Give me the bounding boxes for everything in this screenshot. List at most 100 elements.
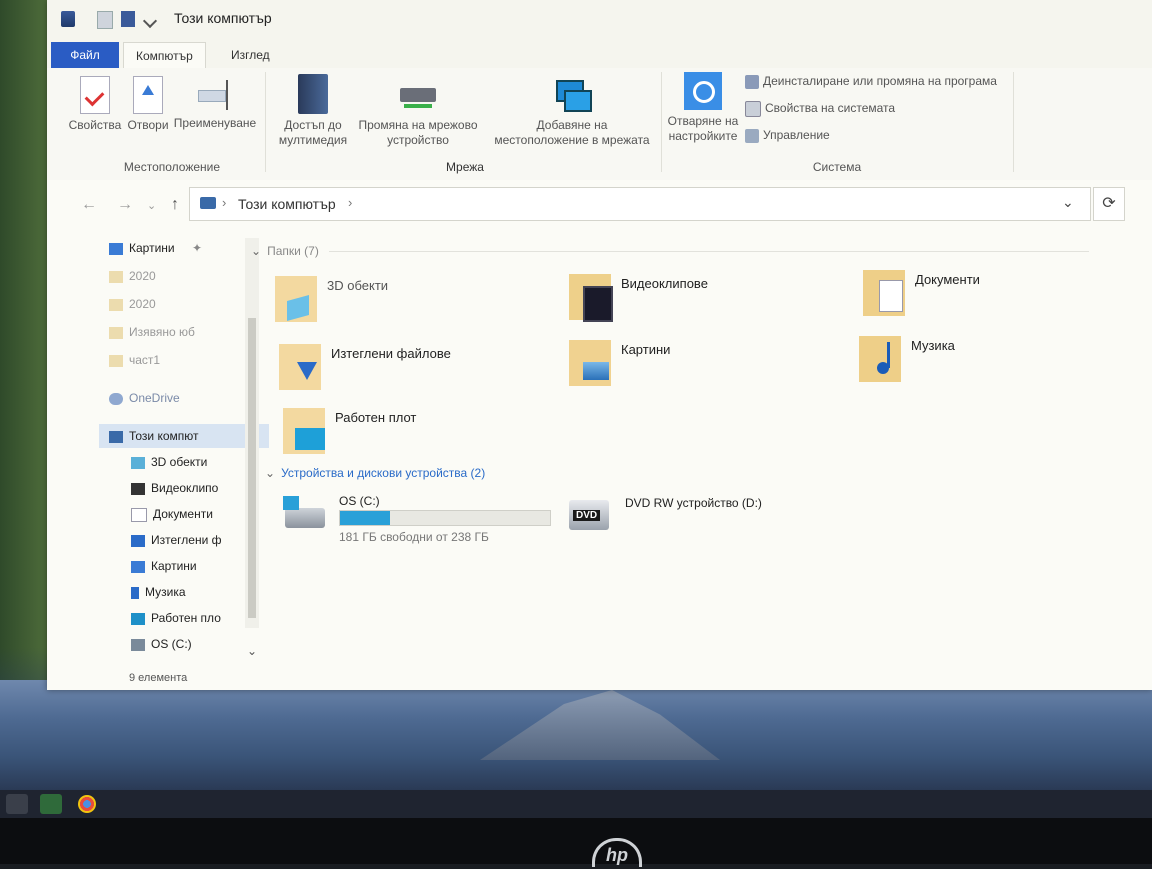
sidebar-item-3d-objects[interactable]: 3D обекти [131, 450, 207, 474]
drive-icon [131, 638, 145, 651]
sidebar-item-2020[interactable]: 2020 [109, 264, 156, 288]
sidebar-item-label: Видеоклипо [151, 481, 219, 495]
open-settings-label-2: настройките [668, 129, 738, 143]
rename-label: Преименуване [173, 116, 257, 130]
computer-icon [61, 11, 75, 27]
rename-icon [198, 76, 232, 112]
pin-icon[interactable]: ✦ [192, 241, 202, 255]
document-icon [131, 507, 147, 522]
taskbar [0, 790, 1152, 818]
breadcrumb-separator: › [222, 195, 227, 210]
start-icon[interactable] [6, 794, 28, 814]
chrome-icon[interactable] [78, 795, 96, 813]
gear-icon [684, 72, 722, 110]
forward-arrow-icon[interactable]: → [117, 196, 133, 214]
media-access-label-1: Достъп до [284, 118, 342, 132]
sidebar-item-label: OS (C:) [151, 637, 192, 651]
properties-label: Свойства [68, 118, 122, 132]
sidebar-item-label: 3D обекти [151, 455, 208, 469]
media-access-label-2: мултимедия [278, 133, 348, 147]
chevron-down-icon: ⌄ [265, 466, 276, 480]
sidebar-item-label: Музика [145, 585, 186, 599]
tab-file[interactable]: Файл [51, 42, 119, 68]
desktop-icon [131, 612, 145, 625]
open-settings-button[interactable]: Отваряне на настройките [665, 72, 741, 144]
taskview-icon[interactable] [40, 794, 62, 814]
cube-folder-icon [275, 276, 317, 322]
scroll-down-icon[interactable]: ⌄ [247, 644, 257, 658]
sidebar-item-label: 2020 [129, 297, 156, 311]
map-drive-label-2: устройство [387, 133, 449, 147]
group-separator [1013, 72, 1014, 172]
sidebar-item-videos[interactable]: Видеоклипо [131, 476, 218, 500]
tab-computer[interactable]: Компютър [123, 42, 206, 69]
download-folder-icon [279, 344, 321, 390]
sidebar-item-os-c[interactable]: OS (C:) [131, 632, 192, 656]
recent-dropdown-icon[interactable]: ⌄ [147, 199, 156, 212]
open-icon [133, 76, 163, 114]
sidebar-item-label: Работен пло [151, 611, 221, 625]
sidebar-item-label: Този компют [129, 429, 199, 443]
sidebar-item-part1[interactable]: част1 [109, 348, 160, 372]
sidebar-item-downloads[interactable]: Изтеглени ф [131, 528, 222, 552]
properties-icon[interactable] [97, 11, 113, 29]
open-settings-label-1: Отваряне на [667, 114, 739, 128]
folder-label: Документи [915, 272, 980, 287]
uninstall-program-link[interactable]: Деинсталиране или промяна на програма [745, 72, 997, 90]
sidebar-item-desktop[interactable]: Работен пло [131, 606, 221, 630]
drive-free-space: 181 ГБ свободни от 238 ГБ [339, 530, 489, 544]
address-bar[interactable]: › Този компютър › ⌄ [189, 187, 1091, 221]
sidebar-item-this-pc[interactable]: Този компют [99, 424, 269, 448]
folder-icon [109, 270, 123, 283]
properties-button[interactable]: Свойства [67, 76, 123, 133]
new-folder-icon[interactable] [121, 11, 135, 27]
up-arrow-icon[interactable]: ↑ [171, 196, 179, 214]
back-arrow-icon[interactable]: ← [81, 196, 97, 214]
group-separator [661, 72, 662, 172]
sidebar-scrollbar[interactable] [245, 238, 259, 628]
navigation-bar: ← → ⌄ ↑ › Този компютър › ⌄ ⟳ [47, 180, 1152, 228]
sidebar-item-music[interactable]: Музика [131, 580, 186, 604]
drive-usage-bar [339, 510, 551, 526]
address-dropdown-icon[interactable]: ⌄ [1062, 194, 1074, 211]
system-group-label: Система [812, 160, 862, 174]
file-explorer-window: Този компютър Файл Компютър Изглед Свойс… [47, 0, 1152, 690]
pictures-icon [131, 560, 145, 573]
map-drive-label-1: Промяна на мрежово [358, 118, 478, 132]
document-folder-icon [863, 270, 905, 316]
sidebar-item-label: OneDrive [129, 391, 180, 405]
sidebar-item-pictures[interactable]: Картини [131, 554, 197, 578]
sidebar-item-onedrive[interactable]: OneDrive [109, 386, 180, 410]
system-properties-link[interactable]: Свойства на системата [745, 99, 895, 117]
sidebar-item-label: 2020 [129, 269, 156, 283]
chevron-down-icon: ⌄ [251, 244, 262, 258]
map-drive-button[interactable]: Промяна на мрежово устройство [353, 74, 483, 148]
scrollbar-thumb[interactable] [248, 318, 256, 618]
chevron-down-icon[interactable] [142, 13, 158, 29]
title-bar: Този компютър [47, 0, 1152, 38]
sidebar-item-label: част1 [129, 353, 161, 367]
sidebar-item-2020-2[interactable]: 2020 [109, 292, 156, 316]
sidebar-item-documents[interactable]: Документи [131, 502, 213, 526]
tab-view[interactable]: Изглед [219, 42, 282, 68]
network-location-icon [554, 74, 592, 114]
sidebar-item-pictures-pinned[interactable]: Картини ✦ [109, 236, 202, 260]
group-separator [265, 72, 266, 172]
breadcrumb-chevron-icon[interactable]: › [348, 195, 352, 210]
laptop-bezel [0, 818, 1152, 864]
devices-section-header[interactable]: ⌄ Устройства и дискови устройства (2) [265, 466, 485, 480]
media-access-button[interactable]: Достъп до мултимедия [273, 74, 353, 148]
open-button[interactable]: Отвори [123, 76, 173, 133]
folders-section-header[interactable]: ⌄ Папки (7) [251, 244, 1089, 258]
desktop-folder-icon [283, 408, 325, 454]
sidebar-item-folder[interactable]: Изявяно юб [109, 320, 195, 344]
sidebar-item-label: Изявяно юб [129, 325, 195, 339]
address-path[interactable]: Този компютър [238, 196, 336, 212]
properties-icon [80, 76, 110, 114]
manage-link[interactable]: Управление [745, 126, 830, 144]
refresh-button[interactable]: ⟳ [1093, 187, 1125, 221]
add-network-location-button[interactable]: Добавяне на местоположение в мрежата [487, 74, 657, 148]
cube-icon [131, 456, 145, 469]
manage-label: Управление [763, 128, 830, 142]
rename-button[interactable]: Преименуване [173, 76, 257, 131]
